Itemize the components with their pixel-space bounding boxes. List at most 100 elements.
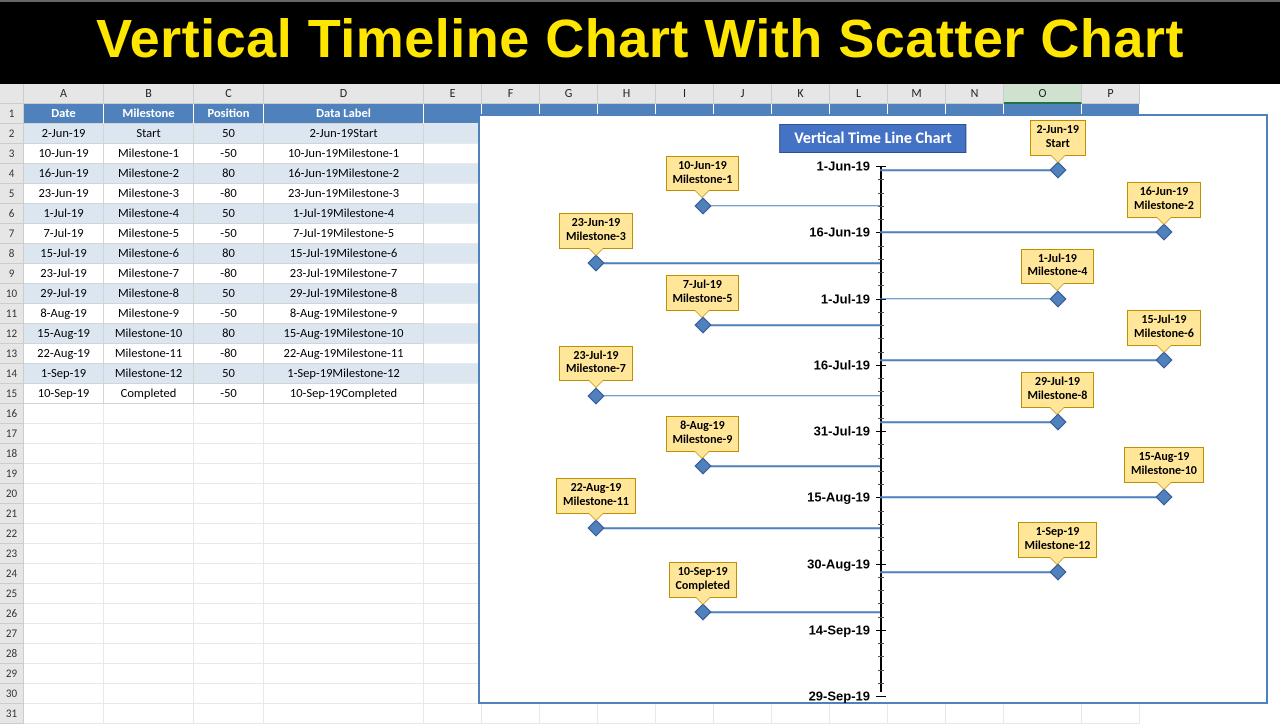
cell[interactable]: 50 [194, 124, 264, 144]
cell[interactable] [888, 704, 946, 724]
cell[interactable]: Milestone-9 [104, 304, 194, 324]
cell[interactable]: 15-Aug-19 [24, 324, 104, 344]
row-number[interactable]: 27 [0, 624, 24, 644]
cell[interactable]: 15-Jul-19 [24, 244, 104, 264]
row-number[interactable]: 9 [0, 264, 24, 284]
column-header[interactable]: I [656, 84, 714, 104]
cell[interactable] [24, 424, 104, 444]
cell[interactable]: 50 [194, 284, 264, 304]
cell[interactable] [264, 544, 424, 564]
cell[interactable]: Milestone-4 [104, 204, 194, 224]
data-label-callout[interactable]: 29-Jul-19Milestone-8 [1021, 372, 1095, 408]
cell[interactable]: -50 [194, 384, 264, 404]
cell[interactable] [24, 644, 104, 664]
row-number[interactable]: 11 [0, 304, 24, 324]
cell[interactable]: 15-Aug-19Milestone-10 [264, 324, 424, 344]
cell[interactable] [104, 564, 194, 584]
cell[interactable] [24, 584, 104, 604]
cell[interactable] [104, 664, 194, 684]
cell[interactable] [104, 624, 194, 644]
cell[interactable] [264, 644, 424, 664]
cell[interactable] [264, 684, 424, 704]
row-number[interactable]: 16 [0, 404, 24, 424]
cell[interactable] [424, 504, 482, 524]
cell[interactable] [264, 484, 424, 504]
cell[interactable] [104, 604, 194, 624]
cell[interactable] [424, 484, 482, 504]
column-header[interactable]: B [104, 84, 194, 104]
cell[interactable] [104, 424, 194, 444]
row-number[interactable]: 4 [0, 164, 24, 184]
cell[interactable]: 10-Jun-19Milestone-1 [264, 144, 424, 164]
data-label-callout[interactable]: 2-Jun-19Start [1030, 120, 1086, 156]
row-number[interactable]: 7 [0, 224, 24, 244]
cell[interactable] [24, 404, 104, 424]
cell[interactable]: 80 [194, 244, 264, 264]
cell[interactable] [24, 504, 104, 524]
cell[interactable] [424, 284, 482, 304]
cell[interactable] [264, 444, 424, 464]
cell[interactable] [946, 704, 1004, 724]
cell[interactable]: Milestone-10 [104, 324, 194, 344]
cell[interactable] [104, 524, 194, 544]
cell[interactable] [264, 404, 424, 424]
data-label-callout[interactable]: 1-Sep-19Milestone-12 [1018, 522, 1098, 558]
cell[interactable] [104, 584, 194, 604]
cell[interactable] [1082, 704, 1140, 724]
cell[interactable] [424, 184, 482, 204]
cell[interactable]: 22-Aug-19Milestone-11 [264, 344, 424, 364]
cell[interactable] [772, 704, 830, 724]
cell[interactable] [194, 524, 264, 544]
data-label-callout[interactable]: 8-Aug-19Milestone-9 [666, 416, 740, 452]
cell[interactable]: Milestone-1 [104, 144, 194, 164]
cell[interactable]: 7-Jul-19Milestone-5 [264, 224, 424, 244]
column-header[interactable]: G [540, 84, 598, 104]
cell[interactable]: 1-Jul-19 [24, 204, 104, 224]
cell[interactable] [194, 704, 264, 724]
cell[interactable]: 1-Jul-19Milestone-4 [264, 204, 424, 224]
data-label-callout[interactable]: 7-Jul-19Milestone-5 [666, 275, 740, 311]
row-number[interactable]: 30 [0, 684, 24, 704]
cell[interactable]: 7-Jul-19 [24, 224, 104, 244]
cell[interactable] [24, 564, 104, 584]
row-number[interactable]: 22 [0, 524, 24, 544]
cell[interactable]: 8-Aug-19 [24, 304, 104, 324]
cell[interactable] [24, 664, 104, 684]
cell[interactable] [714, 704, 772, 724]
cell[interactable]: Milestone-7 [104, 264, 194, 284]
cell[interactable] [424, 424, 482, 444]
cell[interactable] [104, 444, 194, 464]
cell[interactable] [424, 304, 482, 324]
cell[interactable] [264, 504, 424, 524]
cell[interactable] [264, 524, 424, 544]
cell[interactable] [104, 464, 194, 484]
row-number[interactable]: 5 [0, 184, 24, 204]
cell[interactable] [194, 664, 264, 684]
cell[interactable]: 1-Sep-19Milestone-12 [264, 364, 424, 384]
cell[interactable] [424, 524, 482, 544]
cell[interactable]: 15-Jul-19Milestone-6 [264, 244, 424, 264]
cell[interactable]: Milestone-8 [104, 284, 194, 304]
row-number[interactable]: 21 [0, 504, 24, 524]
cell[interactable] [264, 564, 424, 584]
cell[interactable] [482, 704, 540, 724]
cell[interactable] [24, 604, 104, 624]
column-header[interactable]: O [1004, 84, 1082, 104]
column-header[interactable]: C [194, 84, 264, 104]
cell[interactable] [424, 404, 482, 424]
row-number[interactable]: 6 [0, 204, 24, 224]
cell[interactable] [194, 464, 264, 484]
row-number[interactable]: 31 [0, 704, 24, 724]
cell[interactable]: 29-Jul-19 [24, 284, 104, 304]
cell[interactable]: 23-Jul-19Milestone-7 [264, 264, 424, 284]
row-number[interactable]: 25 [0, 584, 24, 604]
empty-row[interactable]: 31 [0, 704, 1280, 724]
cell[interactable] [424, 644, 482, 664]
cell[interactable] [424, 564, 482, 584]
cell[interactable] [424, 144, 482, 164]
cell[interactable] [424, 164, 482, 184]
cell[interactable] [424, 264, 482, 284]
cell[interactable] [194, 644, 264, 664]
cell[interactable] [24, 524, 104, 544]
cell[interactable] [424, 324, 482, 344]
